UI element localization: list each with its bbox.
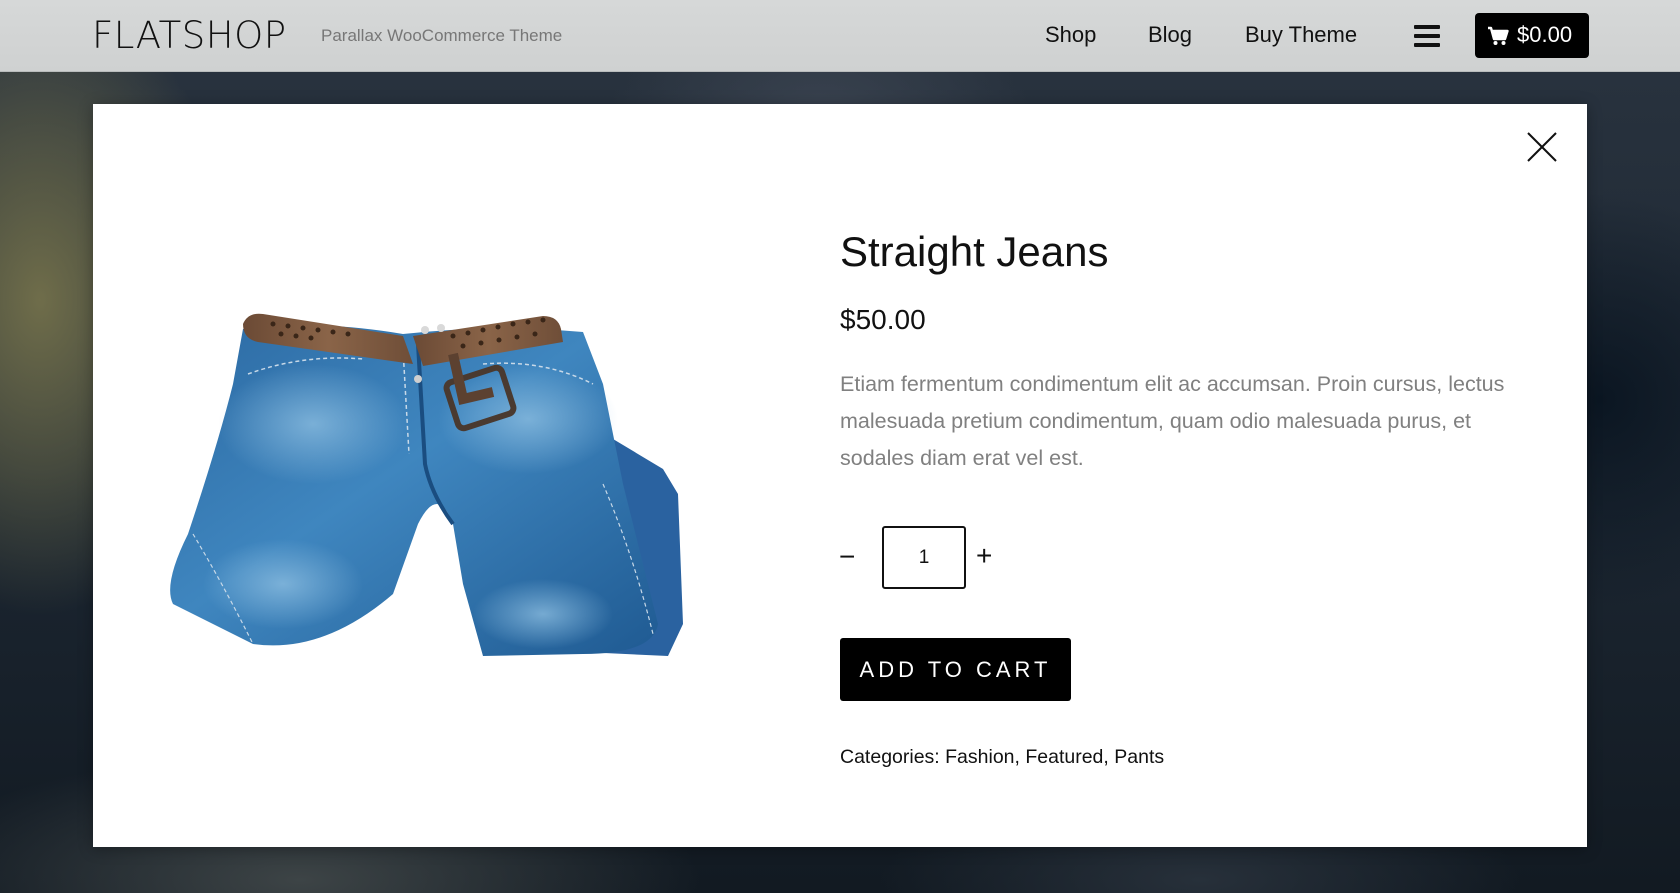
- site-header: FLATSHOP Parallax WooCommerce Theme Shop…: [0, 0, 1680, 72]
- product-categories: Categories: Fashion, Featured, Pants: [840, 746, 1165, 768]
- category-link-fashion[interactable]: Fashion: [945, 746, 1014, 768]
- quantity-input[interactable]: [882, 526, 966, 589]
- cart-button[interactable]: $0.00: [1475, 13, 1589, 58]
- quantity-decrease-button[interactable]: −: [839, 541, 855, 573]
- product-title: Straight Jeans: [840, 228, 1109, 275]
- nav-shop[interactable]: Shop: [1045, 20, 1096, 50]
- nav-blog[interactable]: Blog: [1148, 20, 1192, 50]
- product-description: Etiam fermentum condimentum elit ac accu…: [840, 372, 1505, 470]
- site-tagline: Parallax WooCommerce Theme: [321, 26, 563, 45]
- quantity-increase-button[interactable]: +: [976, 540, 992, 572]
- product-price: $50.00: [840, 304, 926, 335]
- quick-view-modal: Straight Jeans $50.00 Etiam fermentum co…: [93, 104, 1587, 847]
- cart-total: $0.00: [1517, 22, 1573, 47]
- hamburger-menu-icon[interactable]: [1414, 25, 1440, 47]
- category-link-featured[interactable]: Featured: [1025, 746, 1103, 768]
- category-link-pants[interactable]: Pants: [1114, 746, 1164, 768]
- site-logo[interactable]: FLATSHOP: [92, 14, 287, 58]
- add-to-cart-button[interactable]: ADD TO CART: [840, 638, 1071, 701]
- close-icon[interactable]: [1525, 130, 1559, 164]
- categories-label: Categories:: [840, 746, 940, 768]
- shopping-cart-icon: [1488, 26, 1509, 45]
- product-image-jeans: [163, 224, 723, 664]
- nav-buy-theme[interactable]: Buy Theme: [1245, 20, 1357, 50]
